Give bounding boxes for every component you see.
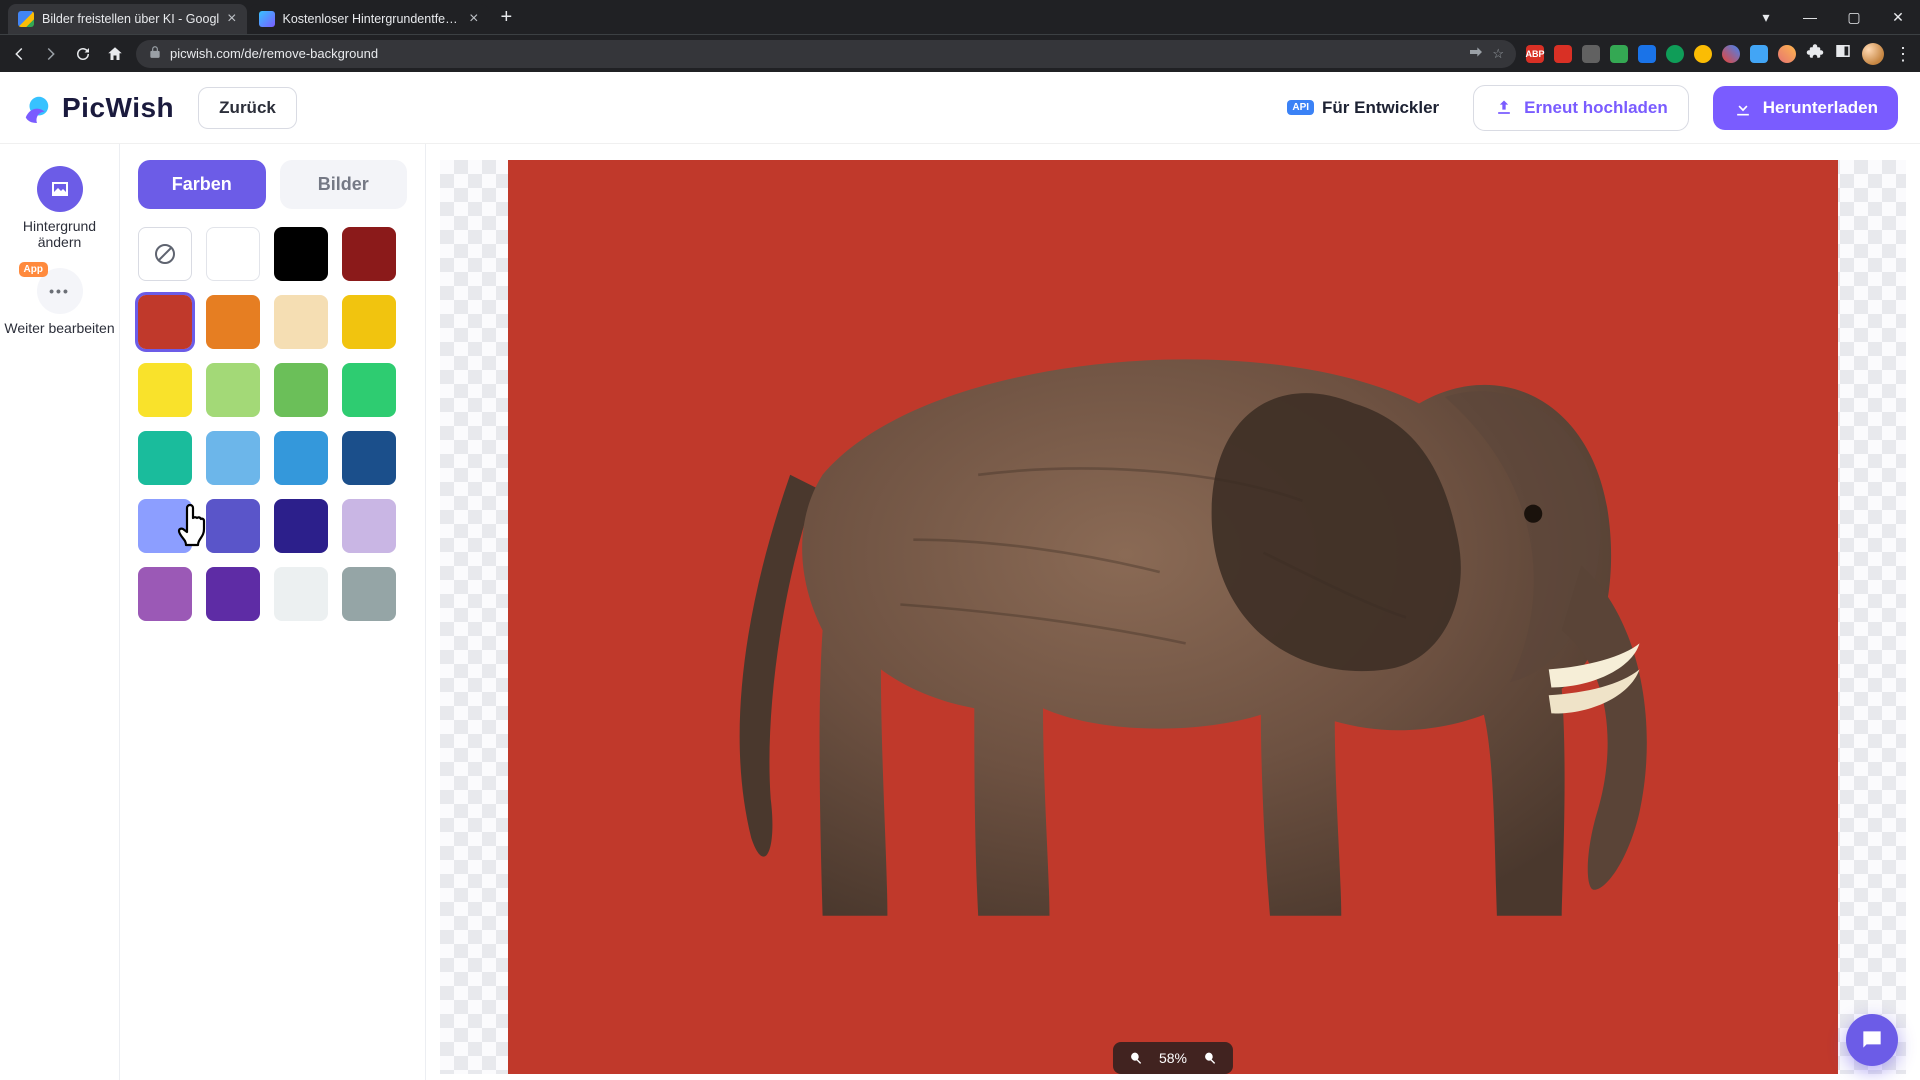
color-swatch[interactable]: [138, 363, 192, 417]
color-swatch[interactable]: [274, 295, 328, 349]
tab-close-icon[interactable]: ×: [469, 11, 478, 27]
change-background-icon: [37, 166, 83, 212]
rail-label: Hintergrund ändern: [0, 218, 119, 250]
back-button[interactable]: Zurück: [198, 87, 297, 129]
reupload-button[interactable]: Erneut hochladen: [1473, 85, 1689, 131]
window-maximize-icon[interactable]: ▢: [1832, 0, 1876, 34]
extension-icon[interactable]: [1582, 45, 1600, 63]
rail-more-edit[interactable]: App ••• Weiter bearbeiten: [4, 268, 114, 336]
rail-change-background[interactable]: Hintergrund ändern: [0, 166, 119, 250]
browser-tab-strip: Bilder freistellen über KI - Googl × Kos…: [0, 0, 1920, 34]
developers-link[interactable]: API Für Entwickler: [1277, 92, 1449, 124]
zoom-bar: 58%: [1113, 1042, 1233, 1074]
color-swatch[interactable]: [274, 431, 328, 485]
color-swatch[interactable]: [342, 295, 396, 349]
color-swatch[interactable]: [342, 499, 396, 553]
extension-icon[interactable]: [1554, 45, 1572, 63]
address-bar[interactable]: picwish.com/de/remove-background ☆: [136, 40, 1516, 68]
color-swatch[interactable]: [206, 431, 260, 485]
color-swatch[interactable]: [342, 431, 396, 485]
color-swatch[interactable]: [138, 499, 192, 553]
app-header: PicWish Zurück API Für Entwickler Erneut…: [0, 72, 1920, 144]
extension-abp-icon[interactable]: ABP: [1526, 45, 1544, 63]
window-controls: ▾ — ▢ ✕: [1744, 0, 1920, 34]
extension-icon[interactable]: [1722, 45, 1740, 63]
download-button[interactable]: Herunterladen: [1713, 86, 1898, 130]
color-swatch[interactable]: [274, 227, 328, 281]
chat-icon: [1859, 1027, 1885, 1053]
color-swatch[interactable]: [206, 499, 260, 553]
nav-reload-icon[interactable]: [72, 43, 94, 65]
background-panel: Farben Bilder: [120, 144, 426, 1080]
lock-icon: [148, 45, 162, 62]
new-tab-button[interactable]: +: [491, 6, 523, 29]
brand-mark-icon: [22, 93, 52, 123]
side-panel-icon[interactable]: [1834, 42, 1852, 65]
download-icon: [1733, 98, 1753, 118]
color-swatch[interactable]: [138, 227, 192, 281]
color-swatch[interactable]: [274, 567, 328, 621]
api-badge-icon: API: [1287, 100, 1314, 115]
extension-icon[interactable]: [1778, 45, 1796, 63]
share-icon[interactable]: [1468, 44, 1484, 63]
tabs-dropdown-icon[interactable]: ▾: [1744, 0, 1788, 34]
more-edit-icon: App •••: [37, 268, 83, 314]
browser-tab[interactable]: Kostenloser Hintergrundentferne ×: [249, 4, 489, 34]
tab-close-icon[interactable]: ×: [227, 11, 236, 27]
tab-title: Bilder freistellen über KI - Googl: [42, 12, 219, 26]
nav-home-icon[interactable]: [104, 43, 126, 65]
extensions-menu-icon[interactable]: [1806, 42, 1824, 65]
zoom-out-button[interactable]: [1127, 1049, 1145, 1067]
color-swatches: [138, 227, 407, 621]
window-minimize-icon[interactable]: —: [1788, 0, 1832, 34]
extension-icon[interactable]: [1750, 45, 1768, 63]
upload-icon: [1494, 98, 1514, 118]
image-surface[interactable]: [508, 160, 1838, 1074]
bookmark-star-icon[interactable]: ☆: [1492, 46, 1504, 62]
color-swatch[interactable]: [138, 295, 192, 349]
color-swatch[interactable]: [206, 363, 260, 417]
nav-forward-icon[interactable]: [40, 43, 62, 65]
canvas: 58%: [426, 144, 1920, 1080]
url-text: picwish.com/de/remove-background: [170, 46, 1460, 61]
extensions-area: ABP ⋮: [1526, 42, 1912, 65]
subject-image: [654, 261, 1691, 974]
color-swatch[interactable]: [138, 567, 192, 621]
color-swatch[interactable]: [206, 567, 260, 621]
tab-images[interactable]: Bilder: [280, 160, 408, 209]
support-chat-button[interactable]: [1846, 1014, 1898, 1066]
extension-icon[interactable]: [1694, 45, 1712, 63]
tool-rail: Hintergrund ändern App ••• Weiter bearbe…: [0, 144, 120, 1080]
bg-tabs: Farben Bilder: [138, 160, 407, 209]
app-badge: App: [19, 262, 48, 277]
profile-avatar[interactable]: [1862, 43, 1884, 65]
browser-toolbar: picwish.com/de/remove-background ☆ ABP ⋮: [0, 34, 1920, 72]
color-swatch[interactable]: [274, 363, 328, 417]
window-close-icon[interactable]: ✕: [1876, 0, 1920, 34]
color-swatch[interactable]: [342, 363, 396, 417]
extension-icon[interactable]: [1638, 45, 1656, 63]
nav-back-icon[interactable]: [8, 43, 30, 65]
brand-name: PicWish: [62, 92, 174, 124]
color-swatch[interactable]: [206, 295, 260, 349]
browser-menu-icon[interactable]: ⋮: [1894, 45, 1912, 63]
tab-title: Kostenloser Hintergrundentferne: [283, 12, 462, 26]
browser-tab[interactable]: Bilder freistellen über KI - Googl ×: [8, 4, 247, 34]
zoom-value: 58%: [1159, 1050, 1187, 1066]
main-area: Hintergrund ändern App ••• Weiter bearbe…: [0, 144, 1920, 1080]
zoom-in-button[interactable]: [1201, 1049, 1219, 1067]
color-swatch[interactable]: [274, 499, 328, 553]
extension-icon[interactable]: [1666, 45, 1684, 63]
brand-logo[interactable]: PicWish: [22, 92, 174, 124]
color-swatch[interactable]: [342, 227, 396, 281]
color-swatch[interactable]: [206, 227, 260, 281]
extension-icon[interactable]: [1610, 45, 1628, 63]
tab-favicon: [18, 11, 34, 27]
color-swatch[interactable]: [138, 431, 192, 485]
tab-colors[interactable]: Farben: [138, 160, 266, 209]
tab-favicon: [259, 11, 275, 27]
color-swatch[interactable]: [342, 567, 396, 621]
rail-label: Weiter bearbeiten: [4, 320, 114, 336]
